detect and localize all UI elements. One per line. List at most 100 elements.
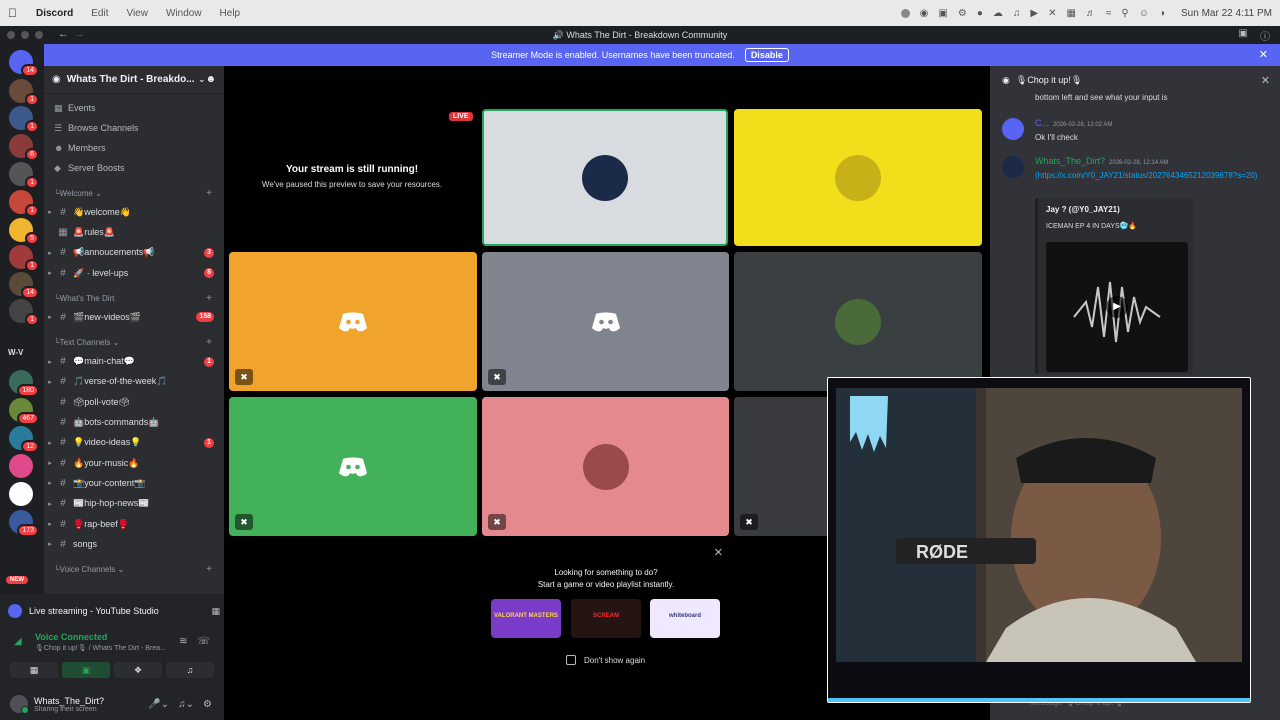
user-switch-icon[interactable]: ☺ [1139, 8, 1149, 19]
server-icon[interactable]: 180 [9, 370, 39, 397]
avatar[interactable] [1002, 156, 1024, 178]
discord-tray-icon[interactable]: ● [977, 8, 983, 19]
category-whats-the-dirt[interactable]: └ What's The Dirt + [44, 289, 224, 307]
server-icon[interactable] [9, 482, 33, 506]
dont-show-again-checkbox[interactable]: Don't show again [566, 655, 645, 665]
close-icon[interactable]: ✕ [714, 546, 723, 559]
avatar[interactable] [10, 695, 29, 714]
menu-view[interactable]: View [126, 8, 148, 19]
add-channel-icon[interactable]: + [206, 337, 212, 348]
activity-card-whiteboard[interactable]: whiteboard [650, 599, 720, 638]
participant-tile[interactable] [734, 252, 982, 391]
settings-gear-icon[interactable]: ⚙ [203, 699, 212, 710]
server-icon[interactable]: 467 [9, 398, 39, 425]
add-channel-icon[interactable]: + [206, 293, 212, 304]
gear-icon[interactable]: ⚙ [958, 8, 967, 19]
participant-tile[interactable]: ✖ [482, 252, 729, 391]
inbox-icon[interactable]: ▣ [1239, 28, 1248, 43]
record-icon[interactable] [900, 8, 910, 18]
channel-item[interactable]: ▸ # songs [44, 534, 224, 554]
server-icon[interactable]: 5 [9, 218, 39, 245]
server-icon[interactable]: 1 [9, 162, 39, 189]
server-icon[interactable]: 173 [9, 510, 39, 537]
channel-item[interactable]: ▸ # 🚀 · level-ups 8 [44, 263, 224, 283]
camera-off-icon[interactable]: ▦ [10, 662, 58, 678]
channel-item[interactable]: ▸ # 💡video-ideas💡 1 [44, 433, 224, 453]
checkbox-box[interactable] [566, 655, 576, 665]
link-embed[interactable]: Jay ? (@Y0_JAY21) ICEMAN EP 4 IN DAYS🥶🔥 … [1035, 198, 1193, 374]
embed-video[interactable]: ▶ [1046, 242, 1188, 372]
close-banner-icon[interactable]: ✕ [1259, 48, 1268, 61]
server-icon[interactable]: 1 [9, 245, 39, 272]
activities-icon[interactable]: ❖ [114, 662, 162, 678]
participant-tile[interactable] [734, 109, 982, 246]
channel-item[interactable]: # 🗳poll-vote🗳 [44, 392, 224, 412]
server-icon[interactable]: 1 [9, 299, 39, 326]
category-voice-channels[interactable]: └ Voice Channels ⌄ + [44, 560, 224, 578]
channel-item[interactable]: ▸ # 📸your-content📸 [44, 473, 224, 493]
headphones-icon[interactable]: ♫ [1013, 8, 1021, 19]
message-link[interactable]: (https://x.com/Y0_JAY21/status/202764346… [1035, 171, 1257, 180]
screen-share-active-icon[interactable]: ▣ [62, 662, 110, 678]
participant-tile[interactable]: ✖ [229, 252, 477, 391]
apple-icon[interactable]:  [8, 6, 22, 20]
tools-icon[interactable]: ✕ [1048, 8, 1056, 19]
category-welcome[interactable]: └ Welcome ⌄ + [44, 184, 224, 202]
chat-message[interactable]: C... 2026-02-28, 12:02 AM Ok I'll check [1002, 118, 1272, 144]
participant-tile[interactable]: ✖ [734, 397, 834, 536]
invite-icon[interactable]: ☻ [205, 74, 216, 85]
screen-share-icon[interactable]: ▣ [938, 8, 947, 19]
channel-item[interactable]: ▸ # 💬main-chat💬 1 [44, 351, 224, 371]
headphones-icon[interactable]: ♫⌄ [178, 699, 194, 710]
username[interactable]: Whats_The_Dirt? [34, 696, 104, 706]
server-icon[interactable]: 1 [9, 190, 39, 217]
channel-item[interactable]: ▸ # 🎵verse-of-the-week🎵 [44, 372, 224, 392]
category-text-channels[interactable]: └ Text Channels ⌄ + [44, 333, 224, 351]
menu-help[interactable]: Help [220, 8, 241, 19]
channel-item[interactable]: ▸ # 📢annoucements📢 3 [44, 243, 224, 263]
activity-card-valorant[interactable]: VALORANT MASTERS [491, 599, 561, 638]
channel-item[interactable]: ▸ # 👋welcome👋 [44, 202, 224, 222]
soundboard-icon[interactable]: ♫ [166, 662, 214, 678]
add-channel-icon[interactable]: + [206, 564, 212, 575]
chat-message[interactable]: Whats_The_Dirt? 2026-02-28, 12:14 AM (htt… [1002, 156, 1272, 182]
channel-item[interactable]: ▸ # 🥊rap-beef🥊 [44, 514, 224, 534]
disable-streamer-mode-button[interactable]: Disable [744, 48, 789, 62]
search-icon[interactable]: ⚲ [1121, 8, 1128, 19]
nav-browse-channels[interactable]: ☰ Browse Channels [44, 118, 224, 138]
nav-events[interactable]: ▦ Events [44, 98, 224, 118]
guild-header[interactable]: ◉ Whats The Dirt - Breakdo... ⌄ ☻ [44, 66, 224, 94]
menubar-clock[interactable]: Sun Mar 22 4:11 PM [1181, 8, 1272, 19]
server-icon[interactable]: 14 [9, 272, 39, 299]
server-icon[interactable] [9, 454, 33, 478]
play-icon[interactable]: ▶ [1030, 8, 1038, 19]
server-icon[interactable]: 6 [9, 134, 39, 161]
server-icon[interactable]: 12 [9, 426, 39, 453]
nav-members[interactable]: ☻ Members [44, 138, 224, 158]
signal-icon[interactable]: ◢ [14, 636, 22, 647]
server-icon[interactable]: 1 [9, 79, 39, 106]
live-streaming-row[interactable]: Live streaming - YouTube Studio ▦ [8, 600, 220, 622]
channel-item[interactable]: ▸ # 🎬new-videos🎬 158 [44, 307, 224, 327]
help-icon[interactable]: ⓘ [1260, 28, 1270, 43]
volume-icon[interactable]: ♬ [1086, 8, 1096, 19]
microphone-icon[interactable]: 🎤⌄ [148, 699, 169, 710]
nav-server-boosts[interactable]: ◆ Server Boosts [44, 158, 224, 178]
participant-tile[interactable]: ✖ [482, 397, 729, 536]
server-text-icon[interactable]: W-V [8, 348, 23, 357]
direct-messages-icon[interactable]: 14 [9, 50, 39, 77]
add-channel-icon[interactable]: + [206, 188, 212, 199]
play-icon[interactable]: ▶ [1106, 296, 1128, 318]
notification-icon[interactable]: ◑ [1159, 8, 1165, 19]
wifi-icon[interactable]: ≈ [1106, 8, 1112, 19]
embed-author[interactable]: Jay ? (@Y0_JAY21) [1046, 205, 1120, 214]
noise-suppression-icon[interactable]: ≋ [179, 636, 187, 647]
channel-item[interactable]: # 🤖bots-commands🤖 [44, 412, 224, 432]
server-icon[interactable]: 1 [9, 106, 39, 133]
channel-item[interactable]: ▦ 🚨rules🚨 [44, 222, 224, 242]
channel-item[interactable]: ▸ # 🔥your-music🔥 [44, 453, 224, 473]
activity-card-scream[interactable]: SCREAM [571, 599, 641, 638]
control-center-icon[interactable]: ▦ [1066, 8, 1075, 19]
cloud-icon[interactable]: ☁ [993, 8, 1003, 19]
menu-app-name[interactable]: Discord [36, 8, 73, 19]
